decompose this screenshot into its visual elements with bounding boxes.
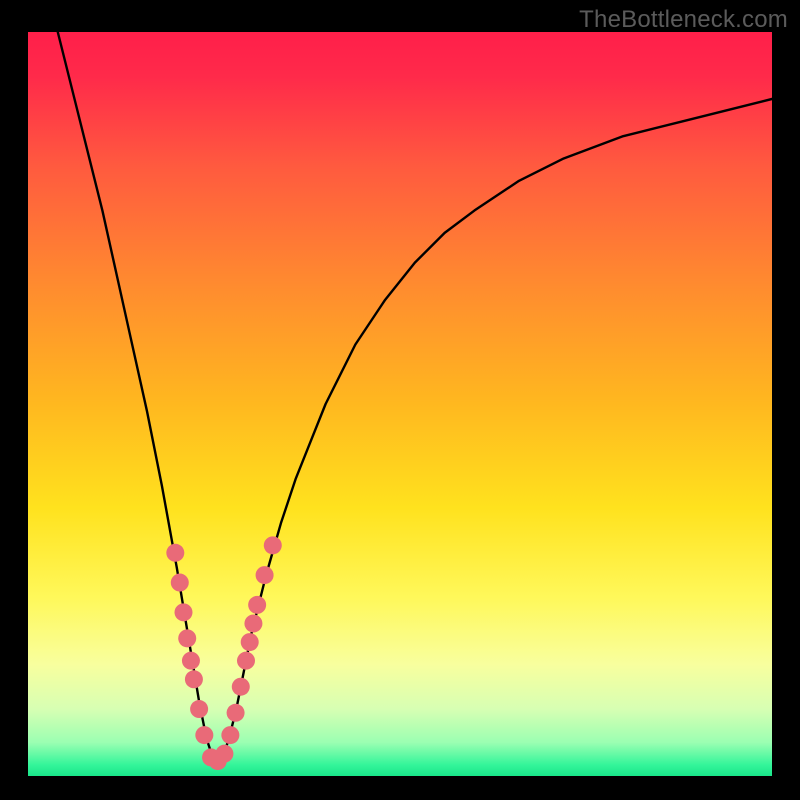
data-marker [190,700,208,718]
data-marker [244,614,262,632]
data-marker [175,603,193,621]
data-marker [227,704,245,722]
data-marker [221,726,239,744]
data-marker [264,536,282,554]
gradient-background [28,32,772,776]
data-marker [178,629,196,647]
data-marker [182,652,200,670]
data-marker [215,745,233,763]
data-marker [248,596,266,614]
app-frame: TheBottleneck.com [0,0,800,800]
data-marker [237,652,255,670]
chart-canvas [28,32,772,776]
data-marker [241,633,259,651]
watermark-text: TheBottleneck.com [579,6,788,34]
data-marker [171,574,189,592]
bottleneck-chart [28,32,772,776]
data-marker [232,678,250,696]
data-marker [166,544,184,562]
data-marker [256,566,274,584]
data-marker [185,670,203,688]
data-marker [195,726,213,744]
